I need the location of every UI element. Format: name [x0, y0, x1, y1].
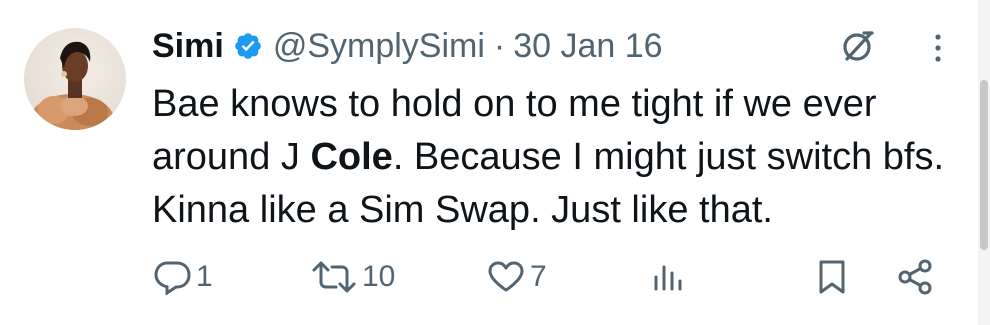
- like-count: 7: [530, 260, 547, 293]
- avatar[interactable]: [24, 28, 126, 130]
- more-options-icon[interactable]: [926, 30, 950, 66]
- grok-icon[interactable]: [838, 26, 878, 66]
- like-button[interactable]: 7: [486, 252, 547, 302]
- repost-button[interactable]: 10: [310, 252, 395, 302]
- verified-badge-icon: [233, 31, 263, 61]
- bookmark-icon: [815, 258, 849, 296]
- tweet-header: Simi @SymplySimi · 30 Jan 16: [152, 22, 663, 70]
- share-button[interactable]: [895, 252, 937, 302]
- author-name[interactable]: Simi: [152, 27, 224, 66]
- tweet-text-bold: Cole: [310, 136, 393, 178]
- action-bar: 1 10 7: [0, 252, 990, 302]
- reply-count: 1: [196, 260, 213, 293]
- tweet-date[interactable]: 30 Jan 16: [513, 27, 662, 66]
- views-button[interactable]: [650, 252, 686, 302]
- scrollbar-thumb[interactable]: [980, 80, 988, 250]
- repost-icon: [310, 259, 358, 295]
- bookmark-button[interactable]: [815, 252, 849, 302]
- analytics-icon: [650, 259, 686, 295]
- repost-count: 10: [362, 260, 396, 293]
- tweet-text: Bae knows to hold on to me tight if we e…: [152, 78, 952, 237]
- avatar-image: [30, 41, 114, 130]
- tweet[interactable]: Simi @SymplySimi · 30 Jan 16 Bae knows t…: [0, 0, 990, 325]
- scrollbar[interactable]: [978, 0, 990, 325]
- separator-dot: ·: [493, 26, 506, 65]
- heart-icon: [486, 259, 526, 295]
- reply-button[interactable]: 1: [152, 252, 213, 302]
- share-icon: [895, 257, 937, 297]
- author-handle[interactable]: @SymplySimi: [273, 27, 485, 66]
- reply-icon: [152, 259, 192, 295]
